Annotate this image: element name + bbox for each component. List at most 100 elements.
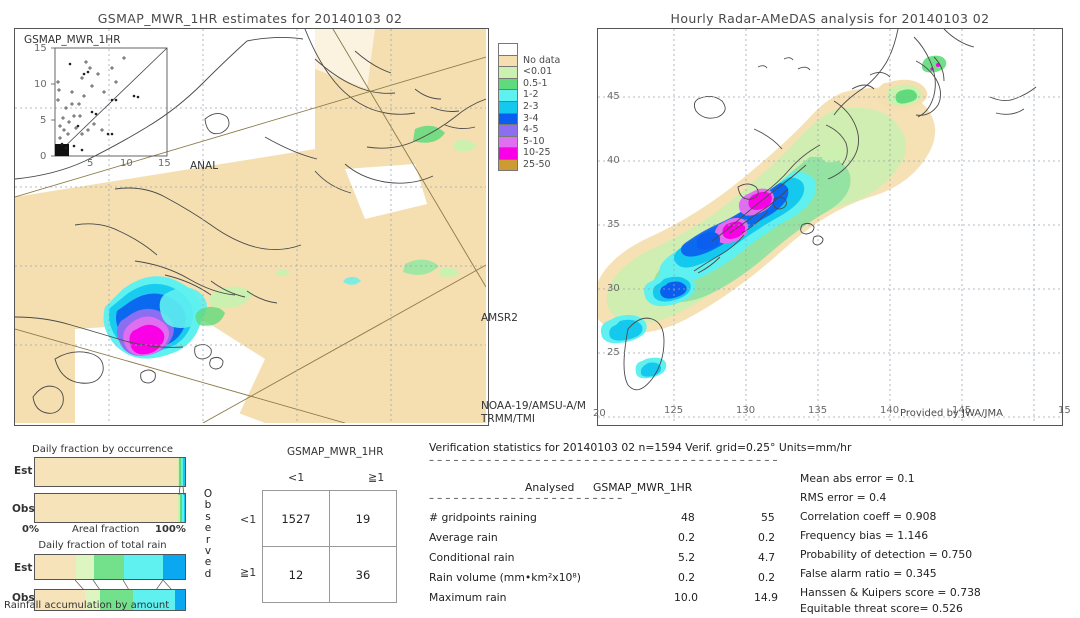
lat-tick-20: 20 — [593, 408, 606, 419]
score-false-alarm-ratio: False alarm ratio = 0.345 — [800, 567, 937, 580]
stat-row-product: 4.7 — [758, 551, 776, 564]
radar-amedas-map[interactable] — [597, 28, 1063, 426]
lat-tick-30: 30 — [607, 283, 620, 294]
contingency-row-header-ge1: ≧1 — [240, 566, 257, 579]
colorbar-entry: 4-5 — [498, 124, 560, 136]
occurrence-x-label: Areal fraction — [72, 524, 140, 535]
amount-bar-est[interactable] — [34, 554, 186, 580]
scatter-x-axis-label: ANAL — [190, 160, 219, 172]
scatter-x-tick-15: 15 — [158, 158, 171, 169]
score-frequency-bias: Frequency bias = 1.146 — [800, 529, 929, 542]
bar-segment — [123, 555, 163, 579]
cell-miss: 12 — [262, 546, 330, 603]
colorbar-swatch — [498, 54, 518, 67]
vert-char: e — [204, 522, 212, 535]
contingency-row-header-lt1: <1 — [240, 513, 257, 526]
stat-row-analysed: 48 — [681, 511, 695, 524]
vert-char: d — [204, 567, 212, 580]
lon-tick-150: 15 — [1058, 405, 1071, 416]
lat-tick-40: 40 — [607, 155, 620, 166]
lat-tick-45: 45 — [607, 91, 620, 102]
contingency-col-header-lt1: <1 — [288, 471, 305, 484]
colorbar-swatch — [498, 158, 518, 171]
colorbar-entry: 25-50 — [498, 158, 560, 171]
stat-row-name: Maximum rain — [429, 591, 507, 604]
score-probability-of-detection: Probability of detection = 0.750 — [800, 548, 973, 561]
colorbar-label: 4-5 — [523, 124, 539, 136]
score-equitable-threat: Equitable threat score= 0.526 — [800, 602, 963, 615]
stat-row-analysed: 10.0 — [674, 591, 699, 604]
colorbar-entry: 2-3 — [498, 100, 560, 113]
occurrence-row-est-label: Est — [14, 465, 33, 477]
left-panel-title: GSMAP_MWR_1HR estimates for 20140103 02 — [97, 11, 403, 26]
table-row: 1527 19 — [262, 490, 397, 547]
colorbar-swatch — [498, 66, 518, 78]
contingency-title: GSMAP_MWR_1HR — [287, 446, 384, 458]
occurrence-bar-obs[interactable] — [34, 493, 186, 523]
score-correlation-coeff: Correlation coeff = 0.908 — [800, 510, 937, 523]
stat-row-product: 55 — [761, 511, 775, 524]
score-mean-abs-error: Mean abs error = 0.1 — [800, 472, 915, 485]
lat-tick-25: 25 — [607, 347, 620, 358]
occurrence-x-min: 0% — [22, 524, 39, 535]
scatter-y-tick-5: 5 — [40, 115, 47, 126]
verification-header: Verification statistics for 20140103 02 … — [429, 441, 852, 454]
verification-divider: – – – – – – – – – – – – – – – – – – – – … — [429, 455, 778, 466]
annotation-noaa: NOAA-19/AMSU-A/M — [481, 400, 586, 412]
colorbar-label: 1-2 — [523, 89, 539, 101]
colorbar-label: 2-3 — [523, 100, 539, 112]
colorbar-label: No data — [523, 54, 561, 66]
score-hanssen-kuipers: Hanssen & Kuipers score = 0.738 — [800, 586, 981, 599]
colorbar-label: 0.5-1 — [523, 77, 548, 89]
lat-tick-35: 35 — [607, 219, 620, 230]
stat-row-product: 0.2 — [758, 531, 776, 544]
annotation-trmm: TRMM/TMI — [481, 413, 535, 425]
lon-tick-130: 130 — [736, 405, 756, 416]
amount-row-est-label: Est — [14, 562, 33, 574]
bar-segment — [162, 555, 185, 579]
occurrence-x-max: 100% — [155, 524, 186, 535]
scatter-x-tick-5: 5 — [87, 158, 94, 169]
contingency-row-axis-label: O b s e r v e d — [201, 488, 215, 580]
colorbar-swatch — [498, 43, 518, 55]
colorbar-swatch — [498, 112, 518, 125]
lon-tick-135: 135 — [808, 405, 828, 416]
bar-segment — [75, 555, 94, 579]
annotation-amsr2: AMSR2 — [481, 312, 518, 324]
stat-row-product: 14.9 — [754, 591, 779, 604]
right-panel-title: Hourly Radar-AMeDAS analysis for 2014010… — [670, 11, 990, 26]
colorbar-entry: 3-4 — [498, 112, 560, 125]
stat-row-analysed: 0.2 — [678, 571, 696, 584]
stat-row-name: Conditional rain — [429, 551, 515, 564]
colorbar-label: 10-25 — [523, 147, 551, 159]
colorbar-label: <0.01 — [523, 66, 553, 78]
scatter-inset[interactable]: GSMAP_MWR_1HR 15 10 5 0 5 10 15 — [22, 34, 188, 169]
stat-row-name: Average rain — [429, 531, 498, 544]
bar-segment — [183, 458, 185, 486]
colorbar-entry: 10-25 — [498, 147, 560, 159]
bar-segment — [35, 458, 178, 486]
colorbar-label: 25-50 — [523, 158, 551, 170]
colorbar-label: 5-10 — [523, 135, 545, 147]
stat-row-analysed: 5.2 — [678, 551, 696, 564]
occurrence-row-obs-label: Obs — [12, 503, 35, 515]
colorbar-swatch — [498, 124, 518, 136]
colorbar-entry: <0.01 — [498, 66, 560, 78]
colorbar-entry: 5-10 — [498, 135, 560, 148]
table-row: 12 36 — [262, 546, 397, 603]
bar-segment — [35, 555, 76, 579]
cell-false-alarm: 19 — [329, 490, 397, 547]
occurrence-chart-title: Daily fraction by occurrence — [32, 444, 173, 455]
scatter-y-tick-0: 0 — [40, 151, 47, 162]
contingency-table[interactable]: 1527 19 12 36 — [262, 490, 397, 603]
lon-tick-125: 125 — [664, 405, 684, 416]
occurrence-bar-est[interactable] — [34, 457, 186, 487]
colorbar-entry — [498, 43, 560, 55]
precipitation-colorbar: No data <0.01 0.5-1 1-2 2-3 3-4 4-5 5-10… — [498, 43, 560, 171]
scatter-y-tick-15: 15 — [34, 43, 47, 54]
bar-segment — [183, 494, 185, 522]
stat-row-product: 0.2 — [758, 571, 776, 584]
lon-tick-140: 140 — [880, 405, 900, 416]
scatter-x-tick-10: 10 — [120, 158, 133, 169]
stat-row-name: Rain volume (mm•km²x10⁸) — [429, 571, 581, 584]
